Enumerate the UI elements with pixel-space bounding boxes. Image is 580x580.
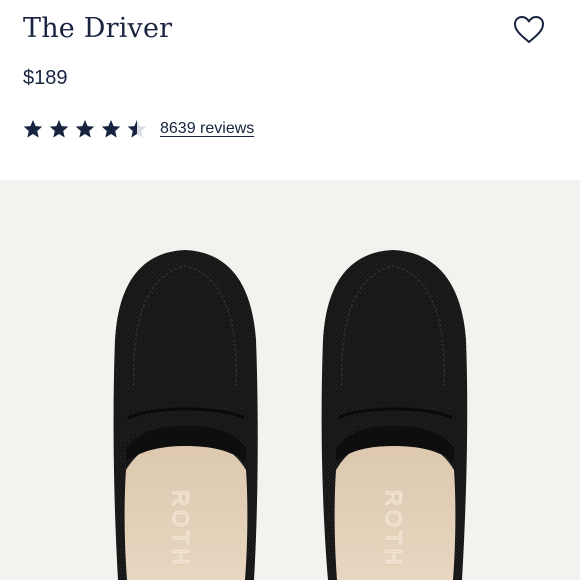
star-icon: [49, 120, 69, 138]
rating-row: 8639 reviews: [23, 117, 254, 141]
right-insole-logo: ROTH: [381, 490, 406, 568]
product-title: The Driver: [23, 13, 173, 44]
product-price: $189: [23, 67, 68, 89]
star-icon: [75, 120, 95, 138]
favorite-button[interactable]: [512, 14, 546, 46]
rating-stars: [23, 119, 153, 139]
star-icon: [101, 120, 121, 138]
star-icon: [23, 120, 43, 138]
product-image: ROTH ROTH: [0, 180, 580, 580]
product-page: The Driver $189 8639 reviews ROTH ROTH: [0, 0, 580, 580]
star-icon: [127, 120, 147, 138]
right-shoe: ROTH: [321, 250, 468, 580]
left-insole-logo: ROTH: [168, 490, 193, 568]
left-shoe: ROTH: [113, 250, 258, 580]
reviews-link[interactable]: 8639 reviews: [160, 120, 254, 138]
heart-icon: [514, 16, 544, 43]
